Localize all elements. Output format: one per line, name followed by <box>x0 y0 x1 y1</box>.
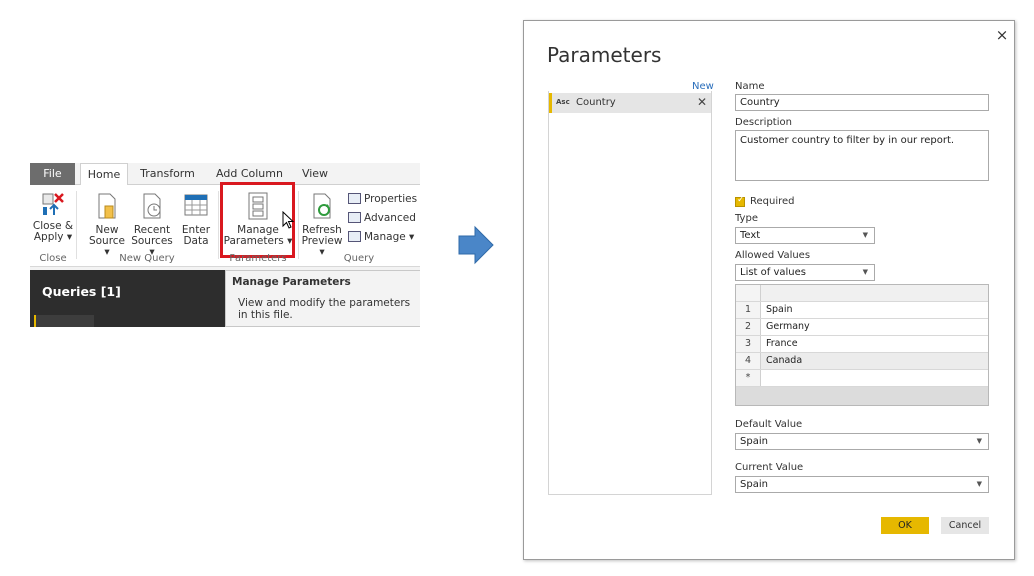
parameter-name: Country <box>576 97 616 108</box>
tab-view[interactable]: View <box>295 163 335 185</box>
tab-transform[interactable]: Transform <box>135 163 200 185</box>
properties-button[interactable]: Properties <box>348 191 417 207</box>
required-label: Required <box>750 196 795 207</box>
enter-data-button[interactable]: Enter Data <box>178 191 214 247</box>
tab-home[interactable]: Home <box>80 163 128 186</box>
close-apply-button[interactable]: Close & Apply ▾ <box>32 191 74 243</box>
new-source-icon <box>98 193 116 219</box>
delete-icon[interactable]: ✕ <box>697 95 707 109</box>
close-apply-icon <box>42 193 64 215</box>
row-number: 3 <box>736 336 761 352</box>
manage-icon <box>348 231 361 242</box>
row-value[interactable]: France <box>766 336 798 352</box>
tooltip-title: Manage Parameters <box>232 276 351 288</box>
chevron-down-icon: ▼ <box>976 480 982 488</box>
table-icon <box>184 194 208 216</box>
close-icon[interactable]: × <box>994 27 1010 43</box>
grid-row[interactable]: 4 Canada <box>736 353 988 370</box>
name-label: Name <box>735 81 765 92</box>
chevron-down-icon: ▼ <box>862 268 868 276</box>
recent-sources-icon <box>143 193 161 219</box>
grid-row[interactable]: 1 Spain <box>736 302 988 319</box>
ribbon-crop: File Home Transform Add Column View Clos… <box>30 163 420 327</box>
tooltip-text: View and modify the parameters in this f… <box>238 297 411 321</box>
name-field[interactable]: Country <box>735 94 989 111</box>
close-apply-label-2: Apply ▾ <box>33 231 73 243</box>
queries-title: Queries [1] <box>42 284 121 299</box>
group-separator <box>218 191 219 259</box>
chevron-down-icon: ▼ <box>862 231 868 239</box>
tab-file[interactable]: File <box>30 163 75 185</box>
grid-new-row[interactable]: * <box>736 370 988 387</box>
cancel-button[interactable]: Cancel <box>941 517 989 534</box>
advanced-editor-button[interactable]: Advanced E <box>348 210 420 226</box>
allowed-values-select-value: List of values <box>740 267 807 278</box>
recent-sources-button[interactable]: Recent Sources ▾ <box>130 191 174 258</box>
text-type-icon: Asc <box>556 98 570 106</box>
allowed-values-grid: 1 Spain 2 Germany 3 France 4 Canada * <box>735 284 989 406</box>
tooltip: Manage Parameters View and modify the pa… <box>225 270 420 327</box>
parameter-list: Asc Country ✕ <box>548 91 712 495</box>
parameters-dialog: Parameters × New Asc Country ✕ Name Coun… <box>523 20 1015 560</box>
grid-row[interactable]: 2 Germany <box>736 319 988 336</box>
type-select-value: Text <box>740 230 761 241</box>
description-field[interactable]: Customer country to filter by in our rep… <box>735 130 989 181</box>
grid-header-cell <box>736 285 761 301</box>
advanced-editor-label: Advanced E <box>364 212 420 224</box>
group-label-close: Close <box>39 253 67 264</box>
current-value-select[interactable]: Spain ▼ <box>735 476 989 493</box>
group-separator <box>298 191 299 259</box>
grid-header-row <box>736 285 988 302</box>
dialog-title: Parameters <box>547 43 662 67</box>
parameter-list-item[interactable]: Asc Country ✕ <box>549 93 711 113</box>
current-value-label: Current Value <box>735 462 804 473</box>
right-arrow-icon <box>458 225 494 265</box>
checkmark-icon: ✓ <box>737 195 745 205</box>
required-checkbox[interactable]: ✓ <box>735 195 745 207</box>
group-label-parameters: Parameters <box>229 253 287 264</box>
row-number: 4 <box>736 353 761 369</box>
grid-row[interactable]: 3 France <box>736 336 988 353</box>
default-value-select-value: Spain <box>740 436 768 447</box>
type-label: Type <box>735 213 758 224</box>
type-select[interactable]: Text ▼ <box>735 227 875 244</box>
current-value-select-value: Spain <box>740 479 768 490</box>
enter-data-label-2: Data <box>183 235 209 247</box>
row-number: 1 <box>736 302 761 318</box>
refresh-icon <box>313 193 331 219</box>
refresh-preview-button[interactable]: Refresh Preview ▾ <box>300 191 344 258</box>
mouse-cursor-icon <box>282 211 295 229</box>
ok-button[interactable]: OK <box>881 517 929 534</box>
row-value[interactable]: Spain <box>766 302 793 318</box>
row-value[interactable]: Canada <box>766 353 802 369</box>
description-label: Description <box>735 117 792 128</box>
group-label-query: Query <box>343 253 375 264</box>
allowed-values-select[interactable]: List of values ▼ <box>735 264 875 281</box>
queries-pane: Queries [1] <box>30 270 225 327</box>
row-number: * <box>736 370 761 386</box>
manage-label: Manage ▾ <box>364 231 415 243</box>
default-value-select[interactable]: Spain ▼ <box>735 433 989 450</box>
default-value-label: Default Value <box>735 419 803 430</box>
properties-icon <box>348 193 361 204</box>
properties-label: Properties <box>364 193 418 205</box>
group-label-new-query: New Query <box>119 253 175 264</box>
manage-button[interactable]: Manage ▾ <box>348 229 414 245</box>
row-number: 2 <box>736 319 761 335</box>
new-source-button[interactable]: New Source ▾ <box>86 191 128 258</box>
query-list-item[interactable] <box>34 315 94 327</box>
advanced-editor-icon <box>348 212 361 223</box>
chevron-down-icon: ▼ <box>976 437 982 445</box>
group-separator <box>76 191 77 259</box>
row-value[interactable]: Germany <box>766 319 810 335</box>
allowed-values-label: Allowed Values <box>735 250 811 261</box>
